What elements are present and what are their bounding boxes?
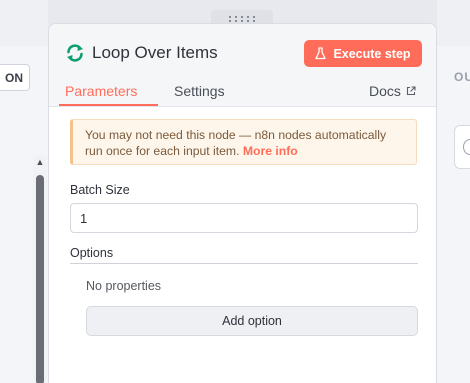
callout-text: You may not need this node — n8n nodes a… xyxy=(85,128,387,158)
node-title[interactable]: Loop Over Items xyxy=(92,43,218,63)
external-link-icon xyxy=(406,86,416,96)
batch-size-input[interactable]: 1 xyxy=(70,203,418,233)
execute-step-label: Execute step xyxy=(333,46,411,61)
node-settings-panel: Loop Over Items Execute step Parameters … xyxy=(48,23,437,383)
input-panel-toggle-button[interactable]: ON xyxy=(0,64,30,91)
scrollbar[interactable]: ▲ xyxy=(33,155,47,383)
loop-arrows-icon xyxy=(67,44,83,62)
tab-docs[interactable]: Docs xyxy=(369,83,416,99)
options-divider xyxy=(70,263,418,264)
output-panel-search[interactable] xyxy=(454,125,470,169)
info-callout: You may not need this node — n8n nodes a… xyxy=(70,119,417,165)
search-icon xyxy=(463,139,470,155)
no-properties-text: No properties xyxy=(86,279,162,293)
output-panel xyxy=(437,46,470,383)
add-option-button[interactable]: Add option xyxy=(86,306,418,336)
more-info-link[interactable]: More info xyxy=(243,144,298,158)
scrollbar-thumb[interactable] xyxy=(36,175,44,383)
flask-icon xyxy=(315,47,327,60)
tab-parameters[interactable]: Parameters xyxy=(65,83,137,99)
output-panel-label: OU xyxy=(454,70,470,84)
execute-step-button[interactable]: Execute step xyxy=(304,40,422,67)
batch-size-label: Batch Size xyxy=(70,183,130,197)
tab-settings[interactable]: Settings xyxy=(174,83,225,99)
panel-tabs: Parameters Settings Docs xyxy=(49,79,436,107)
active-tab-indicator xyxy=(59,104,158,106)
docs-label: Docs xyxy=(369,83,401,99)
scroll-up-arrow-icon[interactable]: ▲ xyxy=(33,155,47,169)
drag-handle-dots-icon xyxy=(228,16,256,22)
options-label: Options xyxy=(70,246,114,260)
